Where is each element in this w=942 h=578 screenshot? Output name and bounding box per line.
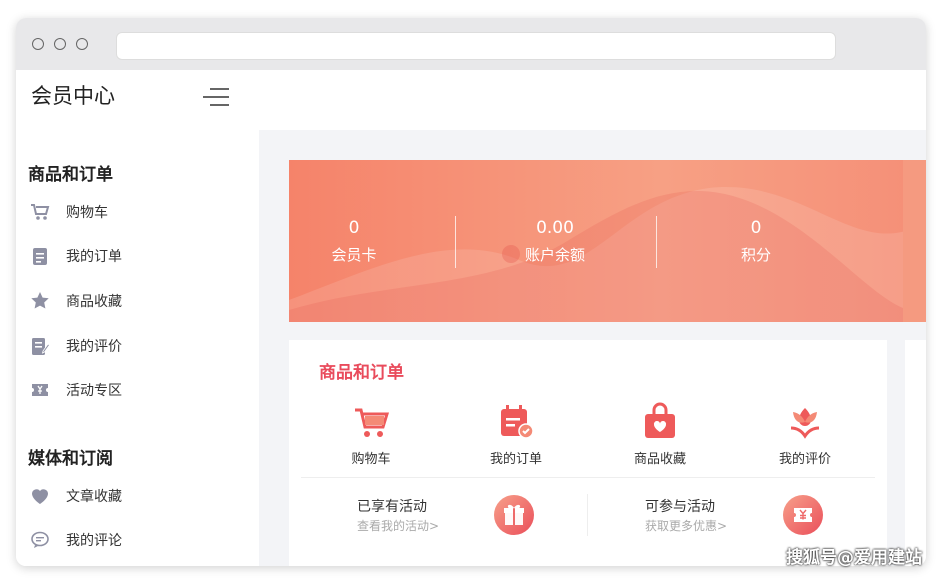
member-stats-banner: 0 会员卡 0.00 账户余额 0 积分 xyxy=(289,160,909,322)
next-card-edge xyxy=(905,340,926,566)
sidebar-item-cart[interactable]: 购物车 xyxy=(30,198,108,226)
sidebar-item-label: 我的订单 xyxy=(66,249,122,265)
stat-value: 0.00 xyxy=(536,218,574,238)
shortcut-label: 商品收藏 xyxy=(633,452,686,467)
clipboard-icon xyxy=(33,248,47,265)
shortcut-label: 购物车 xyxy=(351,452,391,467)
activity-title: 已享有活动 xyxy=(357,499,427,515)
gift-icon[interactable] xyxy=(494,495,534,535)
activity-title: 可参与活动 xyxy=(645,499,715,515)
stat-value: 0 xyxy=(348,218,360,238)
sidebar-item-label: 我的评价 xyxy=(66,339,122,355)
shortcut-label: 我的评价 xyxy=(778,452,831,467)
get-more-offers-link[interactable]: 获取更多优惠> xyxy=(645,517,727,534)
cart-icon xyxy=(355,408,390,437)
window-maximize-button[interactable] xyxy=(76,38,88,50)
stat-label: 会员卡 xyxy=(331,246,377,264)
card-divider xyxy=(301,477,875,478)
sidebar-item-label: 文章收藏 xyxy=(66,489,122,505)
star-icon xyxy=(31,292,49,309)
stat-divider xyxy=(656,216,657,268)
browser-window: 会员中心 商品和订单 购物车 我的订单 商品收藏 我的评价 活动专区 媒体和订阅… xyxy=(16,18,926,566)
next-banner-edge xyxy=(903,160,926,322)
app-header: 会员中心 xyxy=(16,70,926,131)
member-card-stat[interactable]: 0 会员卡 xyxy=(289,218,419,265)
activity-divider xyxy=(587,494,588,536)
stat-divider xyxy=(455,216,456,268)
shortcut-label: 我的订单 xyxy=(489,452,542,467)
sidebar-item-comments[interactable]: 我的评论 xyxy=(30,526,122,554)
ticket-icon xyxy=(32,384,48,396)
sidebar-section-title: 商品和订单 xyxy=(28,165,113,185)
sidebar-item-label: 我的评论 xyxy=(66,533,122,549)
page-title: 会员中心 xyxy=(31,84,115,108)
watermark: 搜狐号@爱用建站 xyxy=(786,548,922,568)
calendar-check-icon xyxy=(501,405,534,439)
stat-value: 0 xyxy=(750,218,762,238)
sidebar-item-reviews[interactable]: 我的评价 xyxy=(30,332,122,360)
view-my-activities-link[interactable]: 查看我的活动> xyxy=(357,517,439,534)
reviews-shortcut[interactable]: 我的评价 xyxy=(755,402,855,467)
sidebar-item-activities[interactable]: 活动专区 xyxy=(30,376,122,404)
comment-icon xyxy=(31,531,49,548)
sidebar-item-label: 购物车 xyxy=(66,205,108,221)
balance-stat[interactable]: 0.00 账户余额 xyxy=(490,218,620,265)
menu-toggle-icon[interactable] xyxy=(202,86,230,108)
flower-icon xyxy=(790,408,820,439)
sidebar-item-favorites[interactable]: 商品收藏 xyxy=(30,287,122,315)
orders-card: 商品和订单 购物车 我的订单 商品收藏 我的评价 已享有活动 查看我的活动> 可… xyxy=(289,340,887,566)
favorites-shortcut[interactable]: 商品收藏 xyxy=(610,402,710,467)
sidebar-item-article-favorites[interactable]: 文章收藏 xyxy=(30,482,122,510)
address-bar[interactable] xyxy=(116,32,836,60)
orders-shortcut[interactable]: 我的订单 xyxy=(466,402,566,467)
window-minimize-button[interactable] xyxy=(54,38,66,50)
sidebar-item-orders[interactable]: 我的订单 xyxy=(30,242,122,270)
sidebar-item-label: 商品收藏 xyxy=(66,294,122,310)
sidebar-section-title: 媒体和订阅 xyxy=(28,449,113,469)
sidebar: 商品和订单 购物车 我的订单 商品收藏 我的评价 活动专区 媒体和订阅 文章收藏 xyxy=(16,130,259,566)
stat-label: 积分 xyxy=(740,246,771,264)
heart-icon xyxy=(32,489,48,504)
coupon-icon[interactable] xyxy=(783,495,823,535)
window-close-button[interactable] xyxy=(32,38,44,50)
browser-titlebar xyxy=(16,18,926,70)
cart-icon xyxy=(31,204,50,220)
stat-label: 账户余额 xyxy=(524,246,585,264)
edit-document-icon xyxy=(32,338,50,355)
heart-bag-icon xyxy=(645,402,675,438)
cart-shortcut[interactable]: 购物车 xyxy=(321,402,421,467)
main-content: 0 会员卡 0.00 账户余额 0 积分 商品和订单 购物车 我的订单 商品收藏… xyxy=(259,130,926,566)
card-title: 商品和订单 xyxy=(319,363,404,383)
sidebar-item-label: 活动专区 xyxy=(66,383,122,399)
points-stat[interactable]: 0 积分 xyxy=(691,218,821,265)
